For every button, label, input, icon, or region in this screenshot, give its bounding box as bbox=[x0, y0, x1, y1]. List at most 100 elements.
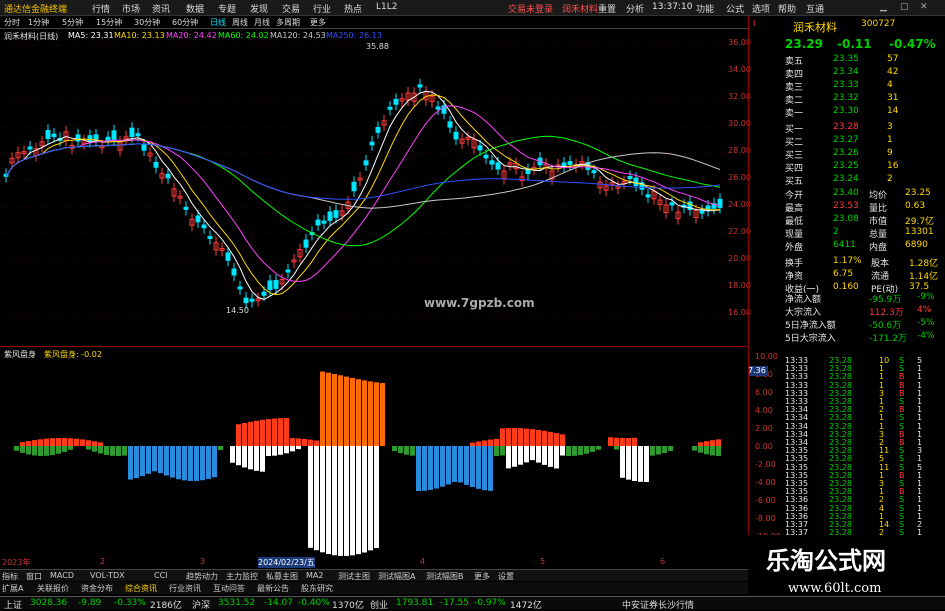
extension-tab[interactable]: 行业资讯 bbox=[169, 583, 201, 594]
candle-body bbox=[261, 291, 267, 296]
tf-multi[interactable]: 多周期 bbox=[276, 17, 300, 28]
indicator-up-bar bbox=[548, 431, 553, 446]
cy-name[interactable]: 创业 bbox=[370, 598, 388, 611]
indicator-tab[interactable]: MACD bbox=[50, 571, 74, 580]
bid-price: 23.27 bbox=[833, 135, 859, 145]
indicator-tab[interactable]: 设置 bbox=[498, 571, 514, 582]
tool-function[interactable]: 功能 bbox=[696, 2, 714, 15]
indicator-down-bar bbox=[254, 446, 259, 471]
menu-item[interactable]: 发现 bbox=[250, 2, 268, 15]
indicator-tab[interactable]: CCI bbox=[154, 571, 168, 580]
indicator-tab[interactable]: 窗口 bbox=[26, 571, 42, 582]
indicator-up-bar bbox=[80, 439, 85, 446]
menu-item[interactable]: 数据 bbox=[186, 2, 204, 15]
candle-body bbox=[27, 146, 33, 150]
ma250-label: MA250: 26.13 bbox=[326, 31, 382, 40]
indicator-up-bar bbox=[518, 428, 523, 446]
extension-tab[interactable]: 最新公告 bbox=[257, 583, 289, 594]
tf-weekly[interactable]: 周线 bbox=[232, 17, 248, 28]
indicator-up-bar bbox=[278, 418, 283, 446]
tf-1m[interactable]: 1分钟 bbox=[28, 17, 49, 28]
indicator-tab[interactable]: 测试主图 bbox=[338, 571, 370, 582]
sh-name[interactable]: 上证 bbox=[4, 598, 22, 611]
tf-5m[interactable]: 5分钟 bbox=[62, 17, 83, 28]
tf-minute[interactable]: 分时 bbox=[4, 17, 20, 28]
indicator-tab[interactable]: 测试幅图B bbox=[426, 571, 464, 582]
indicator-up-bar bbox=[524, 428, 529, 446]
extension-tab[interactable]: 关联报价 bbox=[37, 583, 69, 594]
tf-60m[interactable]: 60分钟 bbox=[172, 17, 198, 28]
maximize-icon[interactable]: □ bbox=[900, 2, 909, 12]
indicator-down-bar bbox=[212, 446, 217, 478]
tf-daily[interactable]: 日线 bbox=[210, 17, 226, 28]
extension-tab[interactable]: 综合资讯 bbox=[125, 583, 157, 594]
extension-tab[interactable]: 互动问答 bbox=[213, 583, 245, 594]
extension-tab[interactable]: 股东研究 bbox=[301, 583, 333, 594]
indicator-down-bar bbox=[32, 446, 37, 456]
indicator-down-bar bbox=[218, 446, 223, 451]
extension-tab[interactable]: 扩展A bbox=[2, 583, 23, 594]
tf-more[interactable]: 更多 bbox=[310, 17, 326, 28]
indicator-tab[interactable]: MA2 bbox=[306, 571, 323, 580]
indicator-up-bar bbox=[302, 438, 307, 446]
indicator-tab[interactable]: 测试幅图A bbox=[378, 571, 415, 582]
indicator-up-bar bbox=[614, 437, 619, 446]
tool-options[interactable]: 选项 bbox=[752, 2, 770, 15]
minimize-icon[interactable]: ▁ bbox=[880, 2, 887, 12]
indicator-down-bar bbox=[266, 446, 271, 456]
menu-item[interactable]: 专题 bbox=[218, 2, 236, 15]
tool-formula[interactable]: 公式 bbox=[726, 2, 744, 15]
indicator-tab[interactable]: 私募主图 bbox=[266, 571, 298, 582]
indicator-down-bar bbox=[512, 446, 517, 467]
indicator-down-bar bbox=[536, 446, 541, 463]
indicator-tab[interactable]: 更多 bbox=[474, 571, 490, 582]
stock-notice[interactable]: 润禾材料 bbox=[562, 2, 598, 15]
candle-body bbox=[237, 286, 243, 290]
indicator-down-bar bbox=[50, 446, 55, 456]
candle-body bbox=[591, 170, 597, 174]
sz-name[interactable]: 沪深 bbox=[192, 598, 210, 611]
indicator-tab[interactable]: VOL-TDX bbox=[90, 571, 125, 580]
pane-divider bbox=[0, 346, 748, 347]
indicator-down-bar bbox=[500, 446, 505, 456]
tf-15m[interactable]: 15分钟 bbox=[96, 17, 122, 28]
indicator-down-bar bbox=[338, 446, 343, 556]
tool-reset[interactable]: 重置 bbox=[598, 2, 616, 15]
indicator-up-bar bbox=[296, 438, 301, 446]
indicator-down-bar bbox=[230, 446, 235, 463]
menu-item[interactable]: L1L2 bbox=[376, 2, 397, 12]
extension-tab[interactable]: 资金分布 bbox=[81, 583, 113, 594]
indicator-tab[interactable]: 趋势动力 bbox=[186, 571, 218, 582]
menu-item[interactable]: 热点 bbox=[344, 2, 362, 15]
candle-body bbox=[87, 135, 93, 143]
menu-item[interactable]: 市场 bbox=[122, 2, 140, 15]
indicator-down-bar bbox=[356, 446, 361, 555]
indicator-up-bar bbox=[632, 437, 637, 446]
indicator-down-bar bbox=[86, 446, 91, 450]
sh-value: 3028.36 bbox=[30, 598, 68, 608]
tool-help[interactable]: 帮助 bbox=[778, 2, 796, 15]
flow-pct: -4% bbox=[917, 331, 935, 341]
window-link[interactable]: 互通 bbox=[806, 2, 824, 15]
candle-body bbox=[333, 210, 339, 218]
tool-analysis[interactable]: 分析 bbox=[626, 2, 644, 15]
tf-30m[interactable]: 30分钟 bbox=[134, 17, 160, 28]
extension-tabs: 扩展A 关联报价 资金分布 综合资讯 行业资讯 互动问答 最新公告 股东研究 bbox=[0, 582, 748, 594]
broker-name[interactable]: 中安证券长沙行情 bbox=[622, 598, 694, 611]
candle-body bbox=[225, 252, 231, 261]
indicator-down-bar bbox=[566, 446, 571, 456]
menu-item[interactable]: 资讯 bbox=[152, 2, 170, 15]
menu-item[interactable]: 行业 bbox=[313, 2, 331, 15]
indicator-tab[interactable]: 指标 bbox=[2, 571, 18, 582]
login-notice[interactable]: 交易未登录 bbox=[508, 2, 553, 15]
stat-label: 流通 bbox=[871, 272, 890, 282]
menu-item[interactable]: 行情 bbox=[92, 2, 110, 15]
tf-monthly[interactable]: 月线 bbox=[254, 17, 270, 28]
bid-price: 23.24 bbox=[833, 174, 859, 184]
indicator-down-bar bbox=[284, 446, 289, 454]
ma250-line bbox=[5, 143, 721, 200]
indicator-down-bar bbox=[434, 446, 439, 489]
menu-item[interactable]: 交易 bbox=[282, 2, 300, 15]
indicator-tab[interactable]: 主力监控 bbox=[226, 571, 258, 582]
close-icon[interactable]: ✕ bbox=[920, 2, 928, 12]
